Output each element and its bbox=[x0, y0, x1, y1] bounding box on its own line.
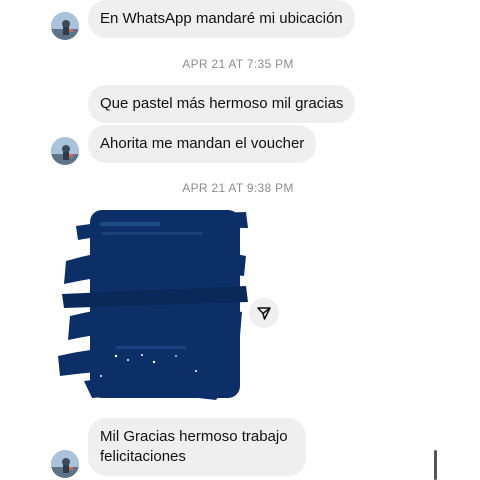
scrollbar[interactable] bbox=[434, 450, 437, 480]
share-button[interactable] bbox=[249, 298, 279, 328]
send-arrow-icon bbox=[257, 307, 271, 320]
message-bubble[interactable]: En WhatsApp mandaré mi ubicación bbox=[88, 0, 355, 38]
message-text: En WhatsApp mandaré mi ubicación bbox=[100, 10, 343, 27]
message-bubble[interactable]: Ahorita me mandan el voucher bbox=[88, 125, 317, 163]
avatar[interactable] bbox=[51, 12, 79, 40]
avatar[interactable] bbox=[51, 450, 79, 478]
message-bubble[interactable]: Que pastel más hermoso mil gracias bbox=[88, 85, 356, 123]
message-text: Que pastel más hermoso mil gracias bbox=[100, 95, 344, 112]
avatar-image bbox=[51, 450, 79, 478]
avatar[interactable] bbox=[51, 137, 79, 165]
timestamp: APR 21 AT 7:35 PM bbox=[182, 57, 294, 71]
chat-thread: En WhatsApp mandaré mi ubicación APR 21 … bbox=[0, 0, 480, 480]
message-text: Ahorita me mandan el voucher bbox=[100, 135, 305, 152]
timestamp: APR 21 AT 9:38 PM bbox=[182, 181, 294, 195]
scribble-redaction bbox=[58, 210, 248, 400]
avatar-image bbox=[51, 12, 79, 40]
redacted-photo[interactable] bbox=[56, 206, 252, 402]
avatar-image bbox=[51, 137, 79, 165]
message-bubble[interactable]: Mil Gracias hermoso trabajo felicitacion… bbox=[88, 418, 306, 476]
message-text: Mil Gracias hermoso trabajo felicitacion… bbox=[100, 428, 288, 465]
